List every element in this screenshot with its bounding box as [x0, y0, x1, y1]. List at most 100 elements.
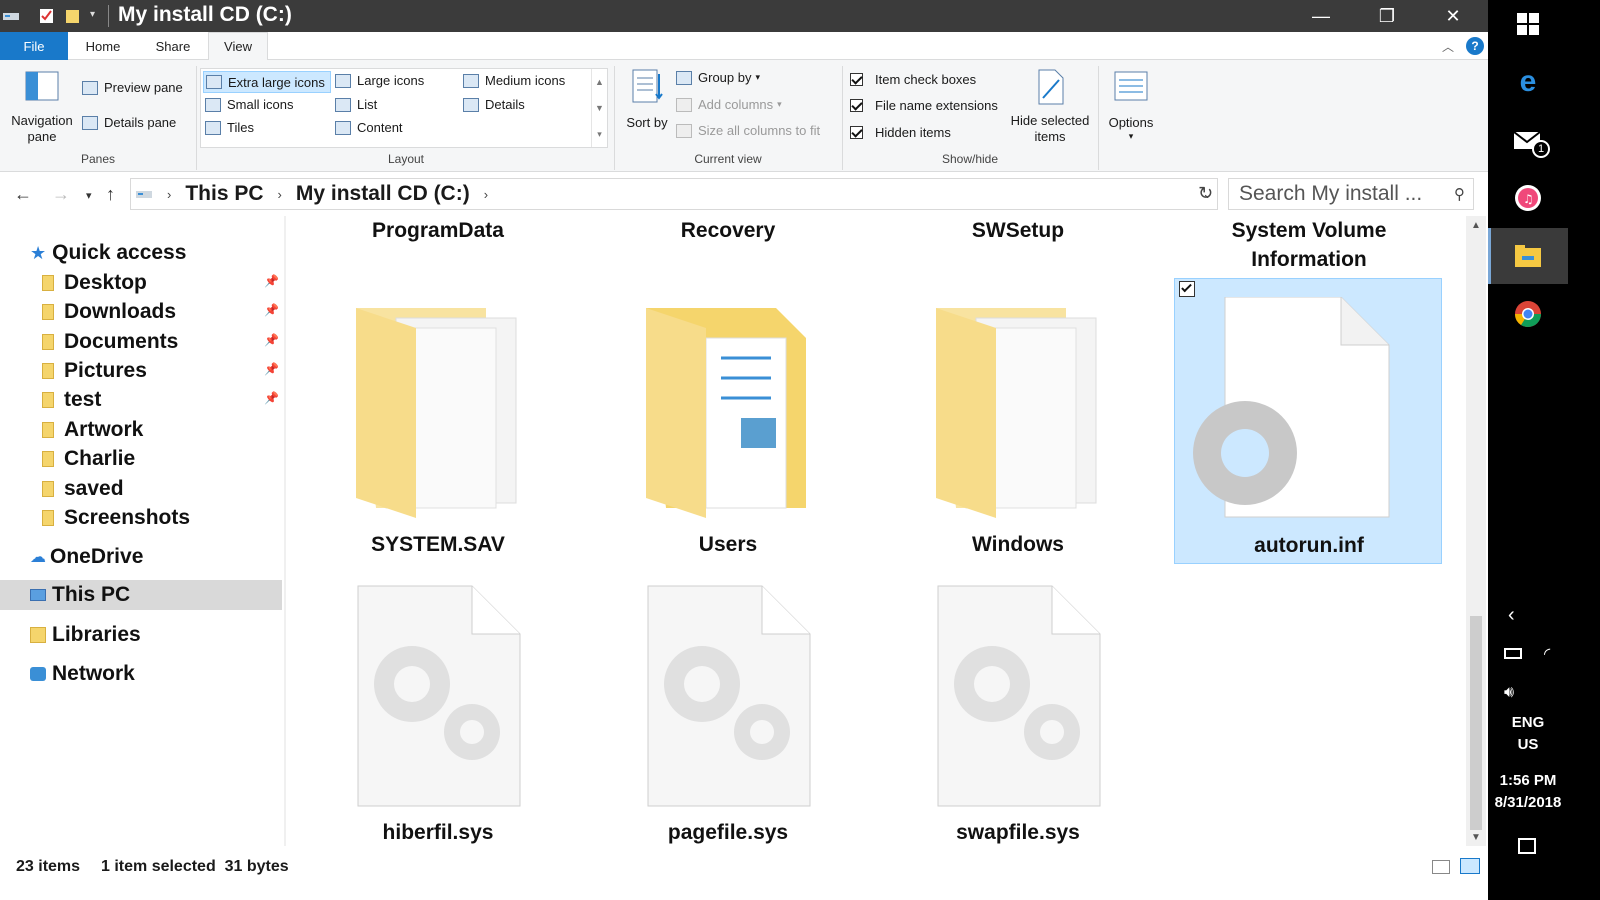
scrollbar-thumb[interactable] [1470, 616, 1482, 830]
pin-icon[interactable]: 📌 [264, 391, 279, 405]
item-programdata-label[interactable]: ProgramData [304, 216, 572, 246]
language-line-1[interactable]: ENG [1488, 714, 1568, 731]
pin-icon[interactable]: 📌 [264, 362, 279, 376]
size-all-columns-button[interactable]: Size all columns to fit [676, 123, 820, 138]
sidebar-item-screenshots[interactable]: Screenshots [42, 503, 324, 533]
forward-icon[interactable]: → [52, 184, 70, 205]
hide-selected-items-button[interactable]: Hide selected items [1006, 68, 1094, 145]
breadcrumb-chevron-icon[interactable]: › [484, 187, 488, 202]
sidebar-item-pictures[interactable]: Pictures [42, 356, 324, 386]
maximize-button[interactable]: ❐ [1354, 0, 1420, 32]
properties-icon[interactable] [38, 7, 56, 25]
extra-large-icons-icon [206, 75, 222, 89]
show-hidden-icons-icon[interactable]: ‹ [1508, 604, 1515, 627]
sidebar-item-downloads[interactable]: Downloads [42, 297, 324, 327]
layout-small-icons[interactable]: Small icons [205, 97, 293, 112]
layout-gallery-scroll[interactable]: ▲ ▼ ▾ [591, 69, 607, 147]
options-button[interactable]: Options ▾ [1104, 70, 1158, 142]
close-button[interactable]: ✕ [1420, 0, 1486, 32]
language-line-2[interactable]: US [1488, 736, 1568, 753]
tab-view[interactable]: View [208, 32, 268, 61]
edge-icon[interactable]: e [1512, 65, 1544, 98]
search-placeholder: Search My install ... [1239, 182, 1423, 205]
help-icon[interactable]: ? [1466, 37, 1484, 55]
large-icons-view-icon[interactable] [1460, 858, 1480, 874]
pin-icon[interactable]: 📌 [264, 333, 279, 347]
tab-file[interactable]: File [0, 32, 68, 60]
refresh-icon[interactable]: ↻ [1198, 183, 1213, 204]
search-input[interactable]: Search My install ... ⚲ [1228, 178, 1474, 210]
customize-quick-access-icon[interactable]: ▾ [90, 9, 95, 20]
chrome-icon[interactable] [1512, 298, 1544, 330]
details-pane-button[interactable]: Details pane [82, 115, 176, 130]
sidebar-item-desktop[interactable]: Desktop [42, 268, 324, 298]
sidebar-item-documents[interactable]: Documents [42, 327, 324, 357]
layout-extra-large-icons[interactable]: Extra large icons [203, 71, 331, 93]
tab-share[interactable]: Share [138, 32, 208, 60]
preview-pane-button[interactable]: Preview pane [82, 80, 183, 95]
windows-start-icon[interactable] [1512, 8, 1544, 40]
up-icon[interactable]: ↑ [106, 184, 115, 205]
file-name-extensions-toggle[interactable]: File name extensions [850, 98, 998, 113]
item-swsetup-label[interactable]: SWSetup [884, 216, 1152, 246]
file-item-users[interactable]: Users [594, 278, 862, 564]
item-check-boxes-toggle[interactable]: Item check boxes [850, 72, 976, 87]
add-columns-button[interactable]: Add columns ▾ [676, 97, 782, 112]
layout-large-icons[interactable]: Large icons [335, 73, 424, 88]
itunes-icon[interactable]: ♫ [1512, 182, 1544, 214]
layout-label: List [357, 97, 378, 112]
sidebar-item-libraries[interactable]: Libraries [30, 620, 312, 650]
action-center-icon[interactable] [1518, 838, 1536, 854]
back-icon[interactable]: ← [14, 184, 32, 205]
sidebar-item-onedrive[interactable]: ☁ OneDrive [30, 542, 312, 572]
recent-locations-icon[interactable]: ▾ [86, 189, 92, 202]
volume-icon[interactable]: 🔊︎ [1504, 684, 1514, 702]
layout-list[interactable]: List [335, 97, 377, 112]
layout-content[interactable]: Content [335, 120, 403, 135]
breadcrumb-this-pc[interactable]: This PC [185, 182, 263, 206]
mail-icon[interactable]: 1 [1512, 124, 1550, 158]
wifi-icon[interactable]: ◜ [1544, 644, 1550, 664]
file-item-swapfile-sys[interactable]: swapfile.sys [884, 578, 1152, 846]
sidebar-item-quick-access[interactable]: ★ Quick access [30, 238, 312, 268]
clock-time[interactable]: 1:56 PM [1488, 772, 1568, 789]
layout-tiles[interactable]: Tiles [205, 120, 254, 135]
address-bar[interactable]: › This PC › My install CD (C:) › ⌄ [130, 178, 1218, 210]
breadcrumb-chevron-icon[interactable]: › [167, 187, 171, 202]
file-item-hiberfil-sys[interactable]: hiberfil.sys [304, 578, 572, 846]
scroll-up-icon[interactable]: ▲ [1471, 220, 1481, 231]
item-recovery-label[interactable]: Recovery [594, 216, 862, 246]
sidebar-item-charlie[interactable]: Charlie [42, 444, 324, 474]
item-system-volume-label[interactable]: System Volume Information [1174, 216, 1444, 274]
tab-home[interactable]: Home [68, 32, 138, 60]
file-item-windows[interactable]: Windows [884, 278, 1152, 564]
sidebar-item-test[interactable]: test [42, 385, 324, 415]
new-folder-icon[interactable] [64, 7, 82, 25]
group-by-button[interactable]: Group by ▾ [676, 70, 760, 85]
sidebar-item-artwork[interactable]: Artwork [42, 415, 324, 445]
pin-icon[interactable]: 📌 [264, 303, 279, 317]
sort-by-button[interactable]: Sort by [626, 68, 668, 131]
layout-medium-icons[interactable]: Medium icons [463, 73, 565, 88]
minimize-button[interactable]: — [1288, 0, 1354, 32]
breadcrumb-current[interactable]: My install CD (C:) [296, 182, 470, 206]
layout-details[interactable]: Details [463, 97, 525, 112]
clock-date[interactable]: 8/31/2018 [1488, 794, 1568, 811]
sidebar-item-this-pc[interactable]: This PC [30, 580, 312, 610]
battery-icon[interactable] [1504, 648, 1522, 659]
sidebar-item-network[interactable]: Network [30, 659, 312, 689]
file-item-autorun-inf[interactable]: autorun.inf [1174, 278, 1442, 564]
scroll-down-icon[interactable]: ▼ [1471, 832, 1481, 843]
collapse-ribbon-icon[interactable]: ︿ [1442, 38, 1454, 55]
sidebar-item-saved[interactable]: saved [42, 474, 324, 504]
navigation-pane-button[interactable]: Navigation pane [6, 70, 78, 145]
pin-icon[interactable]: 📌 [264, 274, 279, 288]
details-view-icon[interactable] [1432, 860, 1450, 874]
breadcrumb-chevron-icon[interactable]: › [278, 187, 282, 202]
item-checkbox-checked-icon[interactable] [1179, 281, 1195, 297]
hidden-items-toggle[interactable]: Hidden items [850, 125, 951, 140]
file-item-system-sav[interactable]: SYSTEM.SAV [304, 278, 572, 564]
file-explorer-icon[interactable] [1512, 240, 1544, 272]
file-item-pagefile-sys[interactable]: pagefile.sys [594, 578, 862, 846]
vertical-scrollbar[interactable]: ▲ ▼ [1466, 216, 1486, 846]
